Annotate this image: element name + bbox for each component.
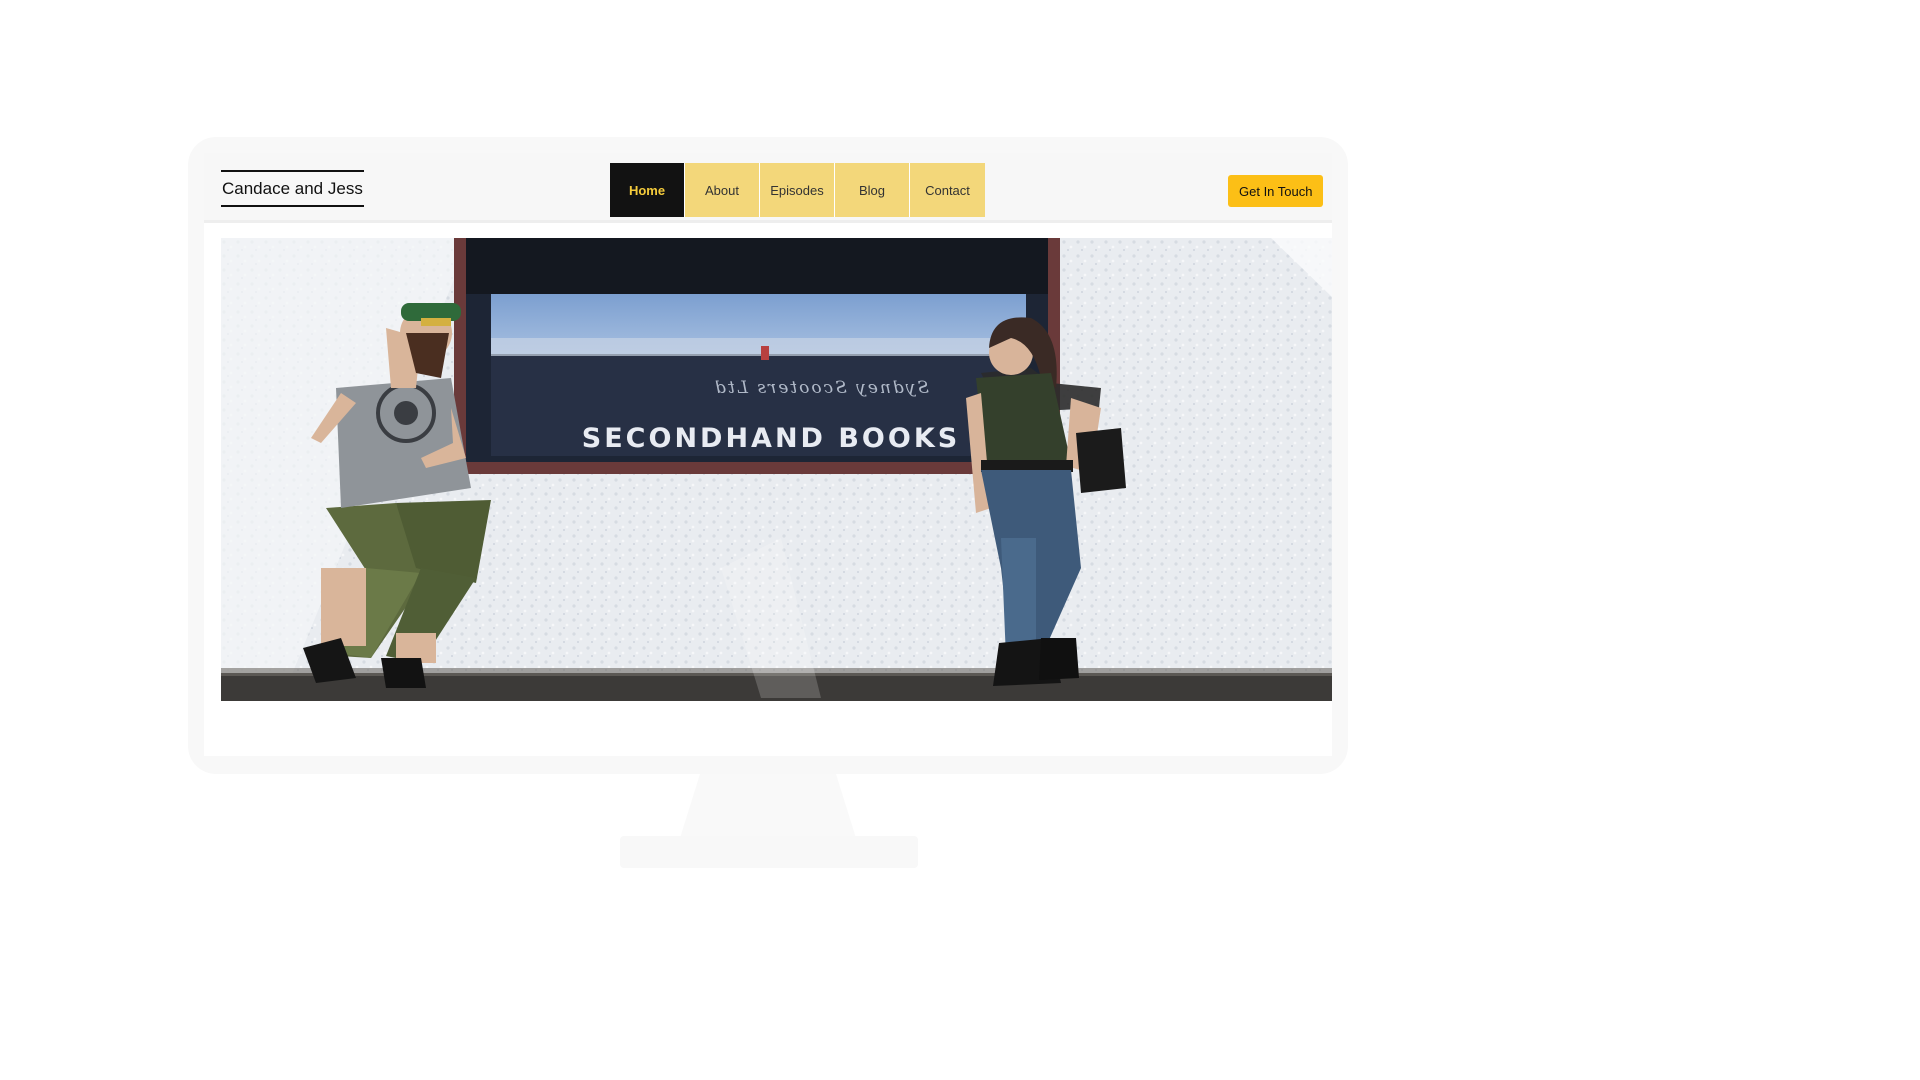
website-screen: Candace and Jess Home About Episodes Blo… [204, 153, 1332, 756]
nav-item-contact[interactable]: Contact [910, 163, 985, 217]
window-reflection-text: Sydney Scooters Ltd [713, 378, 929, 398]
monitor-stand-neck [680, 774, 856, 838]
monitor-mockup: Candace and Jess Home About Episodes Blo… [188, 137, 1348, 774]
main-nav: Home About Episodes Blog Contact [610, 163, 985, 217]
site-header: Candace and Jess Home About Episodes Blo… [204, 153, 1332, 223]
monitor-stand-base [620, 836, 918, 868]
site-logo[interactable]: Candace and Jess [221, 170, 364, 207]
window-sign-text: SECONDHAND BOOKS [581, 423, 961, 454]
nav-item-blog[interactable]: Blog [835, 163, 910, 217]
nav-item-home[interactable]: Home [610, 163, 685, 217]
nav-item-about[interactable]: About [685, 163, 760, 217]
hero-photo-illustration [221, 238, 1332, 701]
hero-image: Sydney Scooters Ltd SECONDHAND BOOKS [221, 238, 1332, 701]
get-in-touch-button[interactable]: Get In Touch [1228, 175, 1324, 207]
nav-item-episodes[interactable]: Episodes [760, 163, 835, 217]
